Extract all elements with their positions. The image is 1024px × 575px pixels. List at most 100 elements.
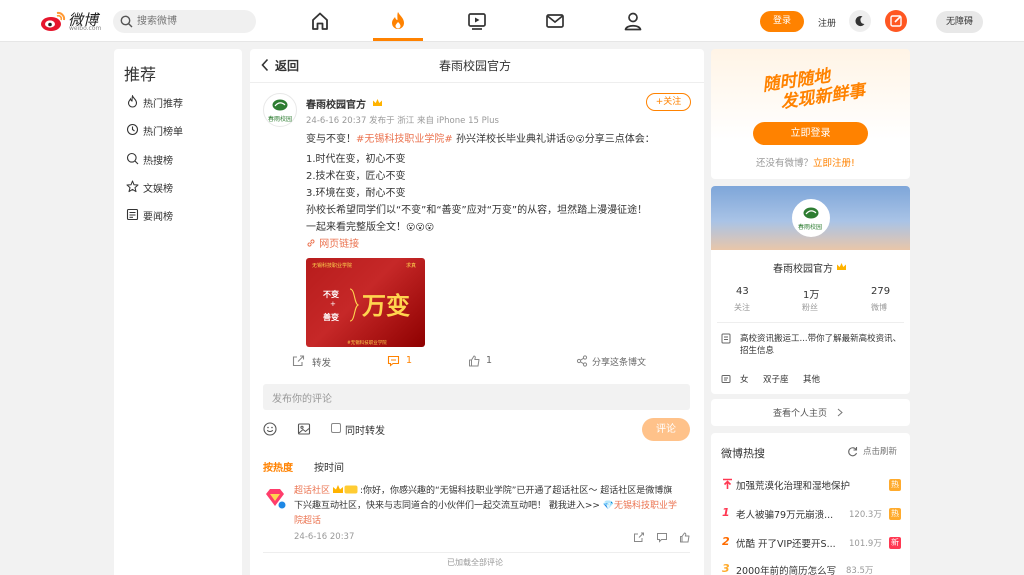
share-button[interactable]: 分享这条博文 <box>576 355 656 369</box>
tab-sort-time[interactable]: 按时间 <box>314 459 344 474</box>
nav-profile[interactable] <box>622 10 644 32</box>
post-image[interactable]: 无锡科技职业学院 求真 不变 + 善变 万变 #无锡科技职业学院 <box>306 258 425 347</box>
refresh-label: 点击刷新 <box>863 447 898 457</box>
chevron-left-icon <box>261 58 269 72</box>
web-link[interactable]: 网页链接 <box>306 235 359 250</box>
register-link[interactable]: 注册 <box>818 16 836 29</box>
repost-icon[interactable] <box>633 532 645 543</box>
hot-search-count: 101.9万 <box>849 539 882 549</box>
thumbs-up-icon[interactable] <box>679 532 691 543</box>
logo-leaf-icon <box>803 207 819 219</box>
search-input[interactable] <box>137 12 247 31</box>
hot-search-rank: 1 <box>722 506 730 519</box>
hot-search-title: 微博热搜 <box>721 447 765 460</box>
comment-username[interactable]: 超话社区 <box>294 486 330 496</box>
stat-posts-value[interactable]: 279 <box>871 286 890 297</box>
comments-divider <box>263 552 690 553</box>
post-text-segment: 一起来看完整版全文！ <box>306 222 406 233</box>
author-avatar[interactable]: 春雨校园 <box>263 93 297 127</box>
hot-search-item[interactable]: 老人被骗79万元崩溃... <box>736 507 833 521</box>
post-text-segment: 分享三点体会： <box>584 134 655 145</box>
profile-avatar[interactable]: 春雨校园 <box>792 199 830 237</box>
crown-icon <box>373 99 382 106</box>
register-now-link[interactable]: 立即注册! <box>813 158 855 169</box>
profile-other: 其他 <box>803 375 821 385</box>
profile-divider <box>717 322 904 323</box>
view-homepage-link[interactable]: 查看个人主页 <box>711 399 910 426</box>
share-label: 分享这条博文 <box>592 358 647 368</box>
back-label: 返回 <box>275 59 300 73</box>
tab-sort-hot[interactable]: 按热度 <box>263 459 293 474</box>
post-text-line-last: 一起来看完整版全文！😮😮😮 <box>306 218 434 233</box>
compose-button[interactable] <box>885 10 907 32</box>
also-repost-label: 同时转发 <box>345 426 385 437</box>
like-count: 1 <box>486 355 493 366</box>
mail-icon <box>546 14 564 28</box>
submit-comment-button[interactable]: 评论 <box>642 418 690 441</box>
left-nav-item-label: 热门推荐 <box>143 99 183 110</box>
profile-name[interactable]: 春雨校园官方 <box>773 260 833 275</box>
stat-following-label: 关注 <box>734 303 750 312</box>
dark-mode-toggle[interactable] <box>849 10 871 32</box>
comment-input-placeholder: 发布你的评论 <box>272 394 332 405</box>
stat-followers-label: 粉丝 <box>802 303 818 312</box>
nav-video[interactable] <box>466 10 488 32</box>
refresh-button[interactable]: 点击刷新 <box>847 445 903 458</box>
no-account-text: 还没有微博？ <box>756 158 814 169</box>
hot-search-item[interactable]: 2000年前的简历怎么写 <box>736 563 836 575</box>
image-upload-icon[interactable] <box>297 422 311 436</box>
hashtag-link[interactable]: #无锡科技职业学院# <box>356 134 453 145</box>
document-icon <box>721 333 731 344</box>
search-box[interactable] <box>113 10 256 33</box>
nav-hot[interactable] <box>387 10 409 32</box>
user-icon <box>624 12 642 31</box>
moon-icon <box>855 16 865 27</box>
comment-link-continued[interactable]: 院超话 <box>294 516 321 526</box>
post-text-line: 3.环境在变，耐心不变 <box>306 188 406 199</box>
follow-button[interactable]: +关注 <box>646 93 691 111</box>
author-name[interactable]: 春雨校园官方 <box>306 96 366 111</box>
weibo-logo[interactable]: 微博 weibo.com <box>40 8 106 34</box>
link-icon <box>307 239 315 247</box>
comment-icon[interactable] <box>656 532 668 543</box>
hot-search-item[interactable]: 优酷 开了VIP还要开S... <box>736 536 836 550</box>
emoji-icon[interactable] <box>263 422 277 436</box>
hot-search-item[interactable]: 加强荒漠化治理和湿地保护 <box>736 478 850 492</box>
comment-text: :你好，你感兴趣的“无锡科技职业学院”已开通了超话社区～ 超话社区是微博旗 <box>360 486 673 496</box>
star-icon <box>126 180 139 193</box>
nav-home[interactable] <box>309 10 331 32</box>
crown-icon <box>837 263 846 270</box>
image-text-big: 万变 <box>362 291 410 320</box>
accessibility-button[interactable]: 无障碍 <box>936 11 983 33</box>
comment-count: 1 <box>406 355 413 366</box>
crown-icon <box>333 485 344 493</box>
edit-icon <box>890 15 902 27</box>
image-banner-text: 无锡科技职业学院 <box>312 263 353 269</box>
comment-button[interactable]: 1 <box>387 355 427 369</box>
refresh-icon <box>848 447 858 457</box>
home-icon <box>312 12 328 30</box>
like-button[interactable]: 1 <box>468 355 508 369</box>
login-button[interactable]: 登录 <box>760 11 804 32</box>
post-text-line: 2.技术在变，匠心不变 <box>306 171 406 182</box>
nav-messages[interactable] <box>544 10 566 32</box>
comment-link[interactable]: 💎无锡科技职业学 <box>603 501 677 511</box>
stat-following-value[interactable]: 43 <box>736 286 749 297</box>
repost-button[interactable]: 转发 <box>292 355 352 369</box>
post-text-line: 1.时代在变，初心不变 <box>306 154 406 165</box>
sidebar-login-button[interactable]: 立即登录 <box>753 122 868 145</box>
hot-search-rank: 3 <box>722 562 730 575</box>
also-repost-checkbox[interactable] <box>331 423 341 433</box>
clock-icon <box>126 123 139 136</box>
view-homepage-label: 查看个人主页 <box>773 409 828 419</box>
comment-input[interactable]: 发布你的评论 <box>263 384 690 410</box>
back-button[interactable]: 返回 <box>260 57 306 75</box>
stat-followers-value[interactable]: 1万 <box>803 286 819 301</box>
comment-time: 24-6-16 20:37 <box>294 532 355 542</box>
post-meta: 24-6-16 20:37 发布于 浙江 来自 iPhone 15 Plus <box>306 116 499 126</box>
hot-search-rank: 2 <box>722 535 730 548</box>
comment-body: 超话社区 :你好，你感兴趣的“无锡科技职业学院”已开通了超话社区～ 超话社区是微博… <box>294 484 690 529</box>
nav-active-indicator <box>373 38 423 41</box>
comment-avatar[interactable] <box>263 486 287 510</box>
top-bar: 微博 weibo.com 登录 注册 无障碍 <box>0 0 1024 42</box>
